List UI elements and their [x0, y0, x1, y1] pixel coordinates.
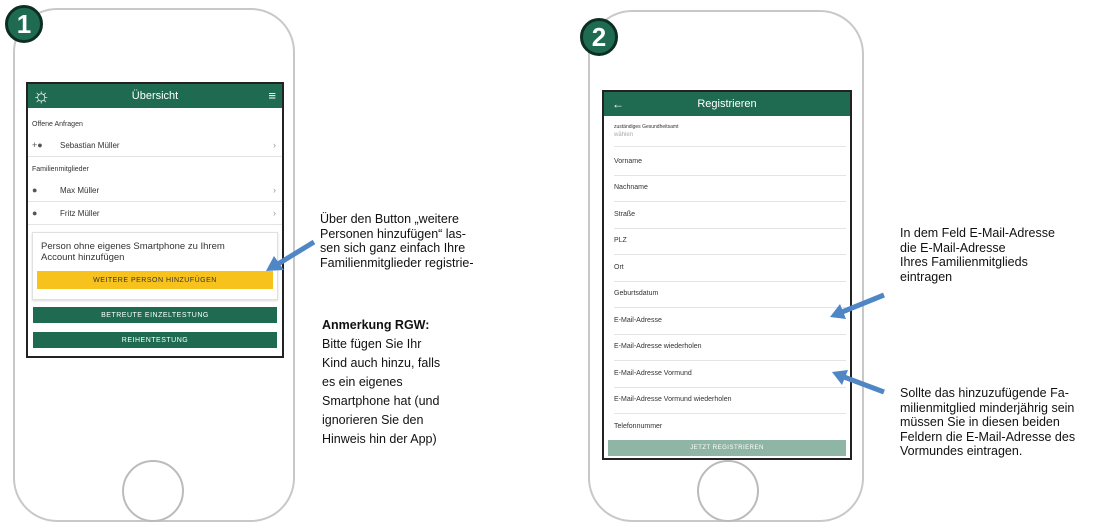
step-badge-2: 2: [580, 18, 618, 56]
note-line: Ihres Familienmitglieds: [900, 255, 1028, 269]
form-field[interactable]: E-Mail-Adresse: [614, 307, 846, 335]
form-field-label: E-Mail-Adresse Vormund wiederholen: [614, 396, 732, 404]
form-field[interactable]: Telefonnummer: [614, 413, 846, 441]
form-field-label: Straße: [614, 210, 636, 218]
family-members-label: Familienmitglieder: [32, 166, 89, 173]
phone-screen-2: ← Registrieren zuständiges Gesundheitsam…: [602, 90, 852, 460]
note-line: eintragen: [900, 269, 953, 284]
form-field[interactable]: E-Mail-Adresse Vormund: [614, 360, 846, 388]
add-person-button[interactable]: WEITERE PERSON HINZUFÜGEN: [37, 271, 273, 289]
remark-title: Anmerkung RGW:: [322, 318, 430, 332]
home-button-2: [697, 460, 759, 522]
health-office-placeholder: wählen: [614, 132, 634, 138]
remark-line: Bitte fügen Sie Ihr: [322, 337, 422, 351]
form-field[interactable]: Vorname: [614, 148, 846, 176]
form-field[interactable]: Straße: [614, 201, 846, 229]
note-line: sen sich ganz einfach Ihre: [320, 241, 466, 255]
note-line: milienmitglied minderjährig sein: [900, 400, 1075, 415]
form-field-label: E-Mail-Adresse: [614, 316, 662, 324]
register-button[interactable]: JETZT REGISTRIEREN: [608, 440, 846, 456]
form-field-label: Vorname: [614, 157, 643, 165]
note-line: In dem Feld E-Mail-Adresse: [900, 226, 1055, 240]
note-line: Familienmitglieder registrie-: [320, 255, 474, 270]
form-field[interactable]: Ort: [614, 254, 846, 282]
hamburger-menu-icon[interactable]: ≡: [268, 84, 276, 108]
page-title: Übersicht: [131, 90, 179, 102]
note-line: müssen Sie in diesen beiden: [900, 415, 1060, 429]
app-header: ← Registrieren: [604, 92, 850, 116]
form-field[interactable]: Nachname: [614, 175, 846, 202]
note-line: Feldern die E-Mail-Adresse des: [900, 429, 1076, 444]
remark-note: Anmerkung RGW: Bitte fügen Sie Ihr Kind …: [322, 316, 440, 449]
request-name: Sebastian Müller: [60, 140, 120, 150]
open-requests-label: Offene Anfragen: [32, 121, 83, 128]
list-item-family-member[interactable]: ● Max Müller ›: [28, 179, 282, 202]
remark-line: es ein eigenes: [322, 375, 403, 389]
chevron-right-icon: ›: [273, 208, 276, 218]
app-header: ☼ Übersicht ≡: [28, 84, 282, 108]
member-name: Fritz Müller: [60, 208, 100, 218]
sun-icon[interactable]: ☼: [32, 84, 50, 108]
form-field-label: E-Mail-Adresse wiederholen: [614, 343, 702, 351]
form-field-label: E-Mail-Adresse Vormund: [614, 369, 692, 377]
health-office-label: zuständiges Gesundheitsamt: [614, 124, 679, 130]
form-field-label: Geburtsdatum: [614, 290, 659, 298]
email-note: In dem Feld E-Mail-Adresse die E-Mail-Ad…: [900, 226, 1055, 284]
home-button-1: [122, 460, 184, 522]
form-field[interactable]: Geburtsdatum: [614, 281, 846, 308]
note-line: Sollte das hinzuzufügende Fa-: [900, 386, 1069, 400]
note-line: Vormundes eintragen.: [900, 444, 1023, 458]
chevron-right-icon: ›: [273, 185, 276, 195]
health-office-select[interactable]: zuständiges Gesundheitsamt wählen: [614, 124, 846, 147]
annotation-arrow-icon: [830, 292, 885, 319]
series-test-button[interactable]: REIHENTESTUNG: [33, 332, 277, 348]
form-field-label: PLZ: [614, 237, 627, 245]
annotation-arrow-icon: [266, 239, 316, 271]
form-field[interactable]: E-Mail-Adresse wiederholen: [614, 334, 846, 361]
list-item-family-member[interactable]: ● Fritz Müller ›: [28, 202, 282, 225]
form-field-label: Telefonnummer: [614, 422, 663, 430]
note-line: die E-Mail-Adresse: [900, 240, 1006, 255]
guardian-note: Sollte das hinzuzufügende Fa- milienmitg…: [900, 386, 1075, 459]
list-item-open-request[interactable]: +● Sebastian Müller ›: [28, 134, 282, 157]
member-name: Max Müller: [60, 185, 100, 195]
note-line: Über den Button „weitere: [320, 212, 459, 226]
remark-line: Hinweis hin der App): [322, 432, 437, 446]
form-field-label: Nachname: [614, 184, 648, 192]
remark-line: ignorieren Sie den: [322, 413, 424, 427]
add-person-card-text: Person ohne eigenes Smartphone zu Ihrem …: [41, 241, 225, 263]
form-field[interactable]: PLZ: [614, 228, 846, 255]
page-title: Registrieren: [697, 98, 757, 110]
remark-line: Smartphone hat (und: [322, 394, 440, 408]
back-arrow-icon[interactable]: ←: [612, 92, 624, 116]
step-badge-1: 1: [5, 5, 43, 43]
assisted-test-button[interactable]: BETREUTE EINZELTESTUNG: [33, 307, 277, 323]
add-person-card: Person ohne eigenes Smartphone zu Ihrem …: [32, 232, 278, 300]
remark-line: Kind auch hinzu, falls: [322, 356, 441, 370]
form-field[interactable]: E-Mail-Adresse Vormund wiederholen: [614, 387, 846, 414]
person-icon: ●: [32, 208, 38, 218]
button-note: Über den Button „weitere Personen hinzuf…: [320, 212, 474, 270]
phone-screen-1: ☼ Übersicht ≡ Offene Anfragen +● Sebasti…: [26, 82, 284, 358]
add-person-icon: +●: [32, 140, 43, 150]
chevron-right-icon: ›: [273, 140, 276, 150]
person-icon: ●: [32, 185, 38, 195]
annotation-arrow-icon: [832, 370, 885, 395]
form-field-label: Ort: [614, 263, 624, 271]
note-line: Personen hinzufügen“ las-: [320, 226, 466, 241]
